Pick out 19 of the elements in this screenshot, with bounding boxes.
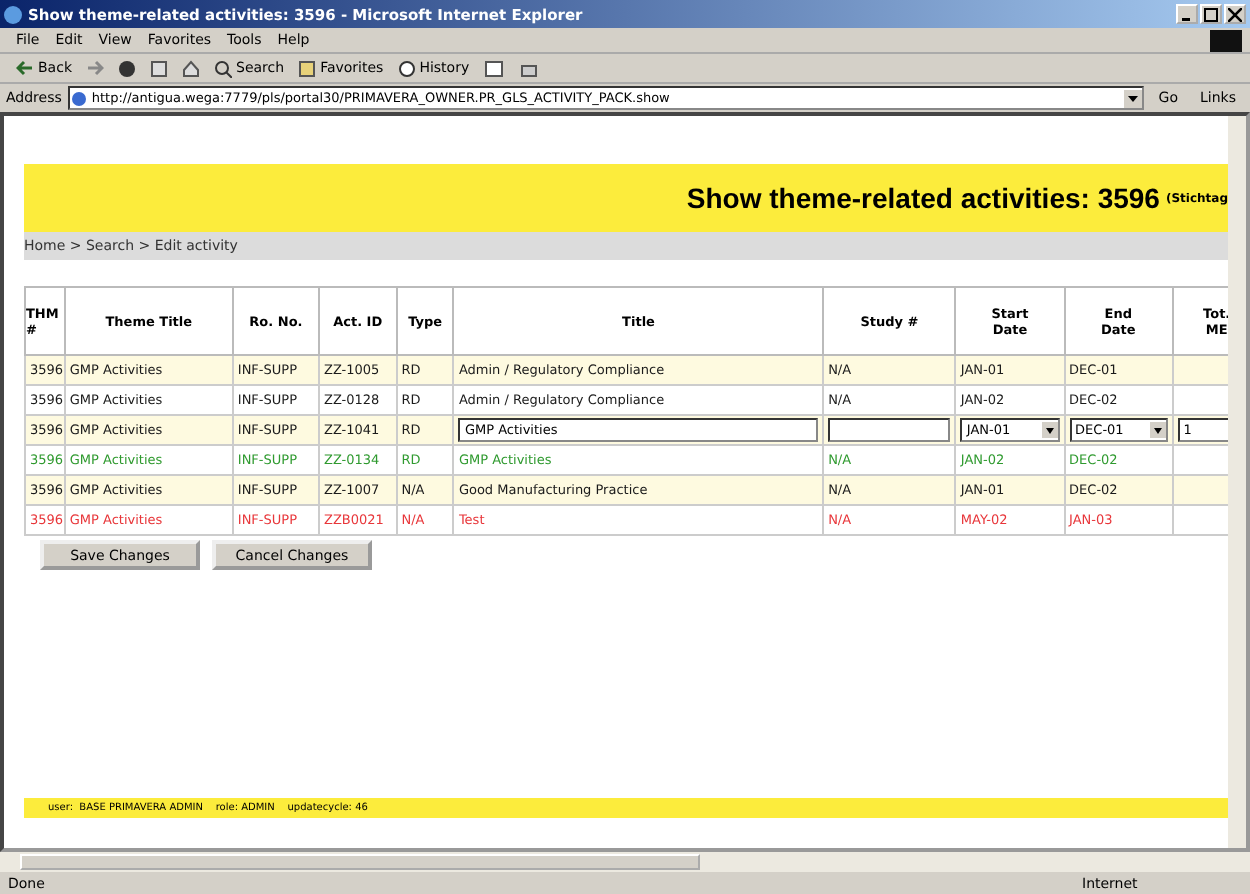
stop-button[interactable] <box>114 59 140 77</box>
dropdown-arrow-icon[interactable] <box>1124 89 1143 107</box>
study-input[interactable] <box>828 418 951 442</box>
print-button[interactable] <box>515 59 542 77</box>
close-icon <box>1228 7 1242 21</box>
back-arrow-icon <box>16 60 34 76</box>
page-icon <box>71 91 86 105</box>
minimize-button[interactable] <box>1176 4 1198 24</box>
close-button[interactable] <box>1224 4 1246 24</box>
refresh-button[interactable] <box>146 59 172 77</box>
vertical-scrollbar[interactable] <box>1228 116 1246 848</box>
horizontal-scrollbar[interactable] <box>0 852 1250 872</box>
dropdown-arrow-icon <box>1041 422 1058 438</box>
search-icon <box>214 59 232 77</box>
home-button[interactable] <box>178 59 204 77</box>
maximize-button[interactable] <box>1200 4 1222 24</box>
dropdown-arrow-icon <box>1149 422 1166 438</box>
maximize-icon <box>1204 7 1218 21</box>
page-heading: Show theme-related activities: 3596 <box>686 182 1160 214</box>
